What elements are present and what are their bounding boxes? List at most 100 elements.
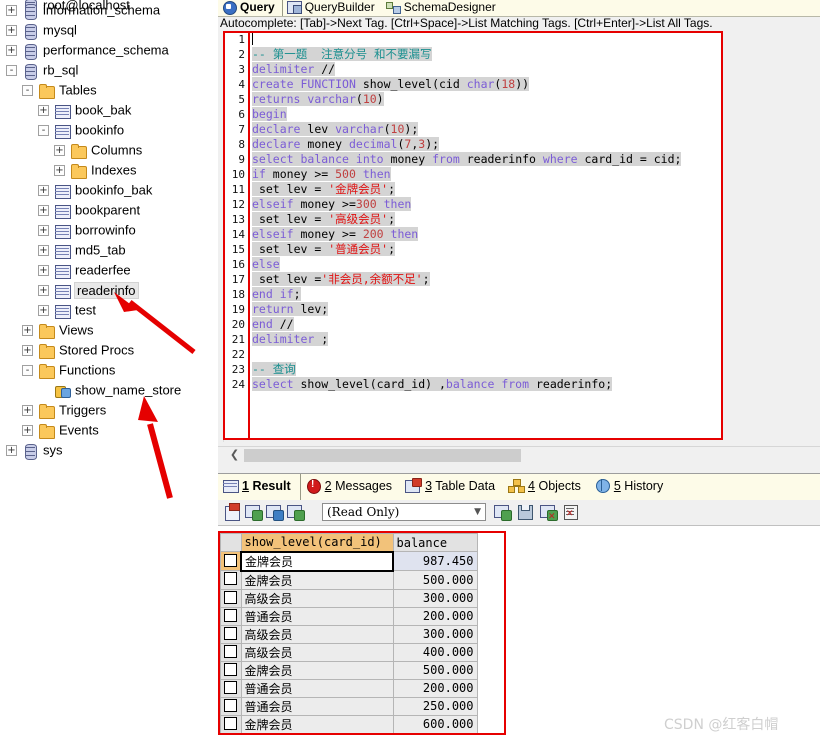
tree-item-rb-sql[interactable]: - rb_sql [0,60,218,80]
query-tab-schemadesigner[interactable]: SchemaDesigner [382,0,503,16]
cell-level[interactable]: 普通会员 [240,696,394,716]
table-row[interactable]: 高级会员 400.000 [220,642,478,662]
expand-icon[interactable]: + [54,145,65,157]
checkbox-icon[interactable] [224,608,238,622]
result-tab-messages[interactable]: 2 Messages [301,474,401,500]
result-tab-history[interactable]: 5 History [590,474,672,500]
query-tab-querybuilder[interactable]: QueryBuilder [283,0,382,16]
scrollbar-thumb[interactable] [244,449,521,462]
table-row[interactable]: 金牌会员 500.000 [220,570,478,590]
expand-icon[interactable]: + [38,205,49,217]
collapse-icon[interactable]: - [6,65,17,77]
expand-icon[interactable]: + [38,225,49,237]
sql-editor[interactable]: 1 2 3 4 5 6 7 8 9 10 11 12 13 14 15 16 17 18 19 20 21 22 23 24 … [224,32,721,438]
expand-icon[interactable]: + [6,45,17,57]
table-row[interactable]: 普通会员 250.000 [220,696,478,716]
table-row[interactable]: 金牌会员 600.000 [220,714,478,733]
copy-row-icon[interactable] [287,504,305,521]
checkbox-icon[interactable] [224,680,238,694]
result-tab-strip[interactable]: 1 Result2 Messages3 Table Data4 Objects5… [218,473,820,501]
editor-horizontal-scrollbar[interactable]: ❮ [218,446,820,464]
checkbox-icon[interactable] [224,716,238,730]
cell-balance[interactable]: 250.000 [392,696,478,716]
tree-item-bookparent[interactable]: + bookparent [0,200,218,220]
add-row-icon[interactable] [245,504,263,521]
grid-mode-select[interactable]: (Read Only) ▼ [322,503,486,521]
expand-icon[interactable]: + [22,405,33,417]
checkbox-icon[interactable] [224,626,238,640]
table-row[interactable]: 普通会员 200.000 [220,678,478,698]
cell-level[interactable]: 普通会员 [240,678,394,698]
table-row[interactable]: 高级会员 300.000 [220,624,478,644]
tree-item-readerfee[interactable]: + readerfee [0,260,218,280]
tree-item-information-schema[interactable]: + information_schema [0,0,218,20]
result-tab-result[interactable]: 1 Result [218,474,301,500]
row-selector[interactable] [220,570,242,590]
duplicate-row-icon[interactable] [266,504,284,521]
expand-icon[interactable]: + [38,265,49,277]
result-tab-table-data[interactable]: 3 Table Data [401,474,504,500]
expand-icon[interactable]: + [22,325,33,337]
tree-item-triggers[interactable]: + Triggers [0,400,218,420]
cell-balance[interactable]: 300.000 [392,588,478,608]
cell-balance[interactable]: 600.000 [392,714,478,733]
cell-balance[interactable]: 200.000 [392,606,478,626]
row-selector[interactable] [220,551,242,571]
cell-level[interactable]: 金牌会员 [240,714,394,733]
table-row[interactable]: 金牌会员 987.450 [220,550,478,572]
result-grid[interactable]: show_level(card_id) balance 金牌会员 987.450 金牌… [220,533,504,733]
checkbox-icon[interactable] [224,553,237,567]
tree-item-indexes[interactable]: + Indexes [0,160,218,180]
cell-level[interactable]: 金牌会员 [240,550,394,572]
tree-item-show-name-store[interactable]: show_name_store [0,380,218,400]
tree-item-tables[interactable]: - Tables [0,80,218,100]
checkbox-icon[interactable] [224,590,238,604]
tree-item-columns[interactable]: + Columns [0,140,218,160]
tree-item-sys[interactable]: + sys [0,440,218,460]
chevron-down-icon[interactable]: ▼ [474,504,481,521]
checkbox-icon[interactable] [224,698,238,712]
expand-icon[interactable]: + [38,305,49,317]
object-tree-panel[interactable]: root@localhost + information_schema + mysql +… [0,0,218,745]
insert-record-icon[interactable] [494,504,512,521]
cell-level[interactable]: 高级会员 [240,642,394,662]
expand-icon[interactable]: + [38,105,49,117]
query-tab-query[interactable]: Query [218,0,283,16]
tree-item-stored-procs[interactable]: + Stored Procs [0,340,218,360]
expand-icon[interactable]: + [38,185,49,197]
expand-icon[interactable]: + [6,445,17,457]
tree-item-bookinfo[interactable]: - bookinfo [0,120,218,140]
table-row[interactable]: 金牌会员 500.000 [220,660,478,680]
table-header-row[interactable]: show_level(card_id) balance [220,533,478,553]
cell-level[interactable]: 高级会员 [240,624,394,644]
expand-icon[interactable]: + [38,285,49,297]
collapse-icon[interactable]: - [22,365,33,377]
expand-icon[interactable]: + [6,25,17,37]
tree-item-borrowinfo[interactable]: + borrowinfo [0,220,218,240]
checkbox-icon[interactable] [224,644,238,658]
row-selector[interactable] [220,642,242,662]
tree-item-performance-schema[interactable]: + performance_schema [0,40,218,60]
expand-icon[interactable]: + [38,245,49,257]
row-selector[interactable] [220,624,242,644]
collapse-icon[interactable]: - [38,125,49,137]
tree-item-test[interactable]: + test [0,300,218,320]
tree-item-events[interactable]: + Events [0,420,218,440]
tree-item-book-bak[interactable]: + book_bak [0,100,218,120]
checkbox-icon[interactable] [224,662,238,676]
cell-level[interactable]: 金牌会员 [240,660,394,680]
expand-icon[interactable]: + [54,165,65,177]
sql-code-area[interactable]: -- 第一题 注意分号 和不要漏写 delimiter //create FUNC… [252,32,721,438]
cell-level[interactable]: 普通会员 [240,606,394,626]
query-tab-strip[interactable]: Query QueryBuilder SchemaDesigner [218,0,820,17]
cell-level[interactable]: 高级会员 [240,588,394,608]
row-selector[interactable] [220,678,242,698]
cell-balance[interactable]: 500.000 [392,660,478,680]
tree-item-views[interactable]: + Views [0,320,218,340]
cell-balance[interactable]: 500.000 [392,570,478,590]
cell-balance[interactable]: 200.000 [392,678,478,698]
cell-balance[interactable]: 987.450 [392,551,478,571]
cell-balance[interactable]: 400.000 [392,642,478,662]
new-record-icon[interactable] [224,503,241,521]
row-selector[interactable] [220,660,242,680]
